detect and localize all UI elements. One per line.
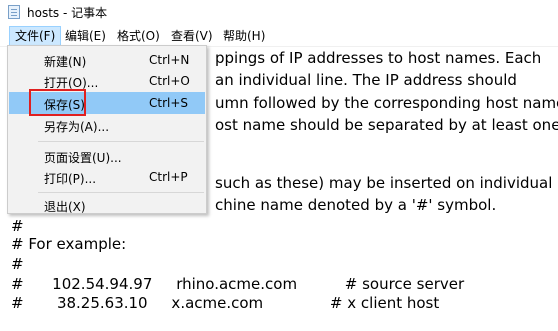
menu-item-print[interactable]: 打印(P)... Ctrl+P (9, 166, 205, 188)
editor-line: # For example: (11, 235, 127, 253)
menu-item-label: 新建(N) (44, 55, 87, 69)
menu-item-label: 打印(P)... (44, 172, 97, 186)
title-bar: hosts - 记事本 (0, 0, 558, 25)
menu-item-shortcut: Ctrl+N (149, 53, 190, 67)
editor-line: # 38.25.63.10 x.acme.com # x client host (11, 294, 440, 312)
editor-line: an individual line. The IP address shoul… (215, 71, 517, 89)
menu-format[interactable]: 格式(O) (112, 26, 165, 46)
file-menu-dropdown: 新建(N) Ctrl+N 打开(O)... Ctrl+O 保存(S) Ctrl+… (7, 45, 207, 214)
menu-item-new[interactable]: 新建(N) Ctrl+N (9, 49, 205, 71)
menu-item-shortcut: Ctrl+O (149, 74, 190, 88)
menu-separator (38, 141, 204, 142)
editor-line: ppings of IP addresses to host names. Ea… (215, 49, 542, 67)
menu-item-label: 退出(X) (44, 200, 86, 214)
menu-item-page-setup[interactable]: 页面设置(U)... (9, 145, 205, 167)
menu-item-exit[interactable]: 退出(X) (9, 194, 205, 216)
menu-item-shortcut: Ctrl+P (149, 170, 188, 184)
annotation-highlight-box (29, 89, 86, 116)
editor-line: # (11, 217, 24, 235)
editor-line: such as these) may be inserted on indivi… (215, 174, 553, 192)
window-title: hosts - 记事本 (27, 6, 108, 20)
menu-edit[interactable]: 编辑(E) (60, 26, 111, 46)
editor-line: umn followed by the corresponding host n… (215, 94, 558, 112)
menu-item-label: 页面设置(U)... (44, 151, 122, 165)
editor-line: # 102.54.94.97 rhino.acme.com # source s… (11, 275, 465, 293)
menu-item-save-as[interactable]: 另存为(A)... (9, 114, 205, 136)
menu-file[interactable]: 文件(F) (9, 26, 62, 46)
menu-view[interactable]: 查看(V) (166, 26, 218, 46)
editor-line: # (11, 255, 24, 273)
editor-line: chine name denoted by a '#' symbol. (215, 196, 497, 214)
menu-bar: 文件(F) 编辑(E) 格式(O) 查看(V) 帮助(H) (0, 26, 558, 47)
menu-item-label: 另存为(A)... (44, 120, 110, 134)
menu-help[interactable]: 帮助(H) (218, 26, 270, 46)
editor-line: ost name should be separated by at least… (215, 116, 558, 134)
notepad-icon (8, 5, 20, 19)
menu-item-shortcut: Ctrl+S (149, 96, 189, 110)
menu-separator (38, 192, 204, 193)
